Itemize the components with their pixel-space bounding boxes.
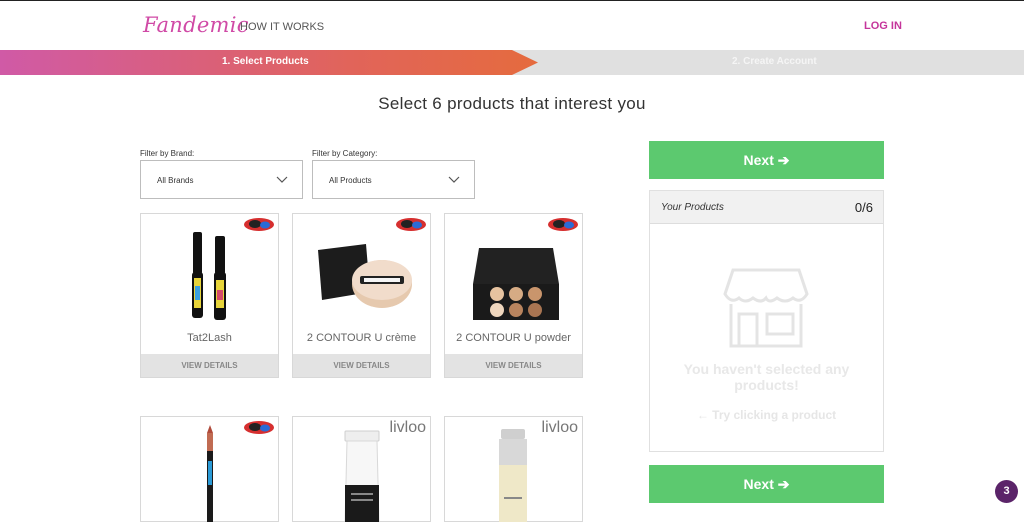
your-products-title: Your Products: [661, 202, 724, 213]
brand-livloo-label: livloo: [541, 419, 578, 436]
empty-message-line2: products!: [734, 377, 799, 393]
next-button-bottom[interactable]: Next ➔: [649, 465, 884, 503]
brand-filter-label: Filter by Brand:: [140, 149, 195, 158]
empty-message-line1: You haven't selected any: [683, 361, 850, 377]
brand-logo-icon: [548, 218, 578, 231]
category-filter-value: All Products: [329, 176, 372, 185]
livloo-tube-image: [344, 430, 380, 522]
top-bar: Fandemic HOW IT WORKS LOG IN: [0, 0, 1024, 50]
progress-steps: 1. Select Products 2. Create Account: [0, 50, 1024, 75]
product-card-contour-creme[interactable]: 2 CONTOUR U crème VIEW DETAILS: [292, 213, 431, 378]
category-filter-label: Filter by Category:: [312, 149, 378, 158]
login-link[interactable]: LOG IN: [864, 20, 902, 32]
brand-filter-select[interactable]: All Brands: [140, 160, 303, 199]
product-name: 2 CONTOUR U powder: [456, 332, 571, 344]
chevron-down-icon: [276, 176, 288, 183]
view-details-button[interactable]: VIEW DETAILS: [445, 354, 582, 377]
contour-creme-product-image: [318, 244, 412, 308]
empty-message: You haven't selected any products!: [650, 361, 883, 393]
mascara-product-image: [192, 232, 226, 320]
next-button-top[interactable]: Next ➔: [649, 141, 884, 179]
try-clicking-hint: ← Try clicking a product: [696, 408, 837, 422]
product-card-livloo-tube[interactable]: livloo: [292, 416, 431, 522]
chevron-down-icon: [448, 176, 460, 183]
step-create-account: 2. Create Account: [732, 56, 817, 67]
fandemic-logo[interactable]: Fandemic: [143, 13, 249, 37]
brand-livloo-label: livloo: [389, 419, 426, 436]
brand-logo-icon: [244, 218, 274, 231]
view-details-button[interactable]: VIEW DETAILS: [293, 354, 430, 377]
category-filter-select[interactable]: All Products: [312, 160, 475, 199]
product-card-livloo-bottle[interactable]: livloo: [444, 416, 583, 522]
notification-badge[interactable]: 3: [995, 480, 1018, 503]
brand-filter-value: All Brands: [157, 176, 194, 185]
livloo-bottle-image: [499, 429, 527, 522]
nav-how-it-works[interactable]: HOW IT WORKS: [240, 21, 324, 33]
contour-powder-palette-image: [473, 248, 559, 320]
store-icon: [723, 268, 809, 348]
product-card-eyeliner[interactable]: [140, 416, 279, 522]
page-title: Select 6 products that interest you: [378, 94, 646, 113]
product-card-contour-powder[interactable]: 2 CONTOUR U powder VIEW DETAILS: [444, 213, 583, 378]
product-name: Tat2Lash: [187, 332, 232, 344]
eyeliner-pencil-image: [207, 425, 213, 522]
brand-logo-icon: [244, 421, 274, 434]
your-products-header: Your Products 0/6: [650, 191, 883, 224]
step-select-products: 1. Select Products: [222, 56, 309, 67]
view-details-button[interactable]: VIEW DETAILS: [141, 354, 278, 377]
product-name: 2 CONTOUR U crème: [306, 332, 417, 344]
brand-logo-icon: [396, 218, 426, 231]
your-products-panel: Your Products 0/6 You haven't selected a…: [649, 190, 884, 452]
products-count: 0/6: [854, 200, 873, 215]
product-card-tat2lash[interactable]: Tat2Lash VIEW DETAILS: [140, 213, 279, 378]
